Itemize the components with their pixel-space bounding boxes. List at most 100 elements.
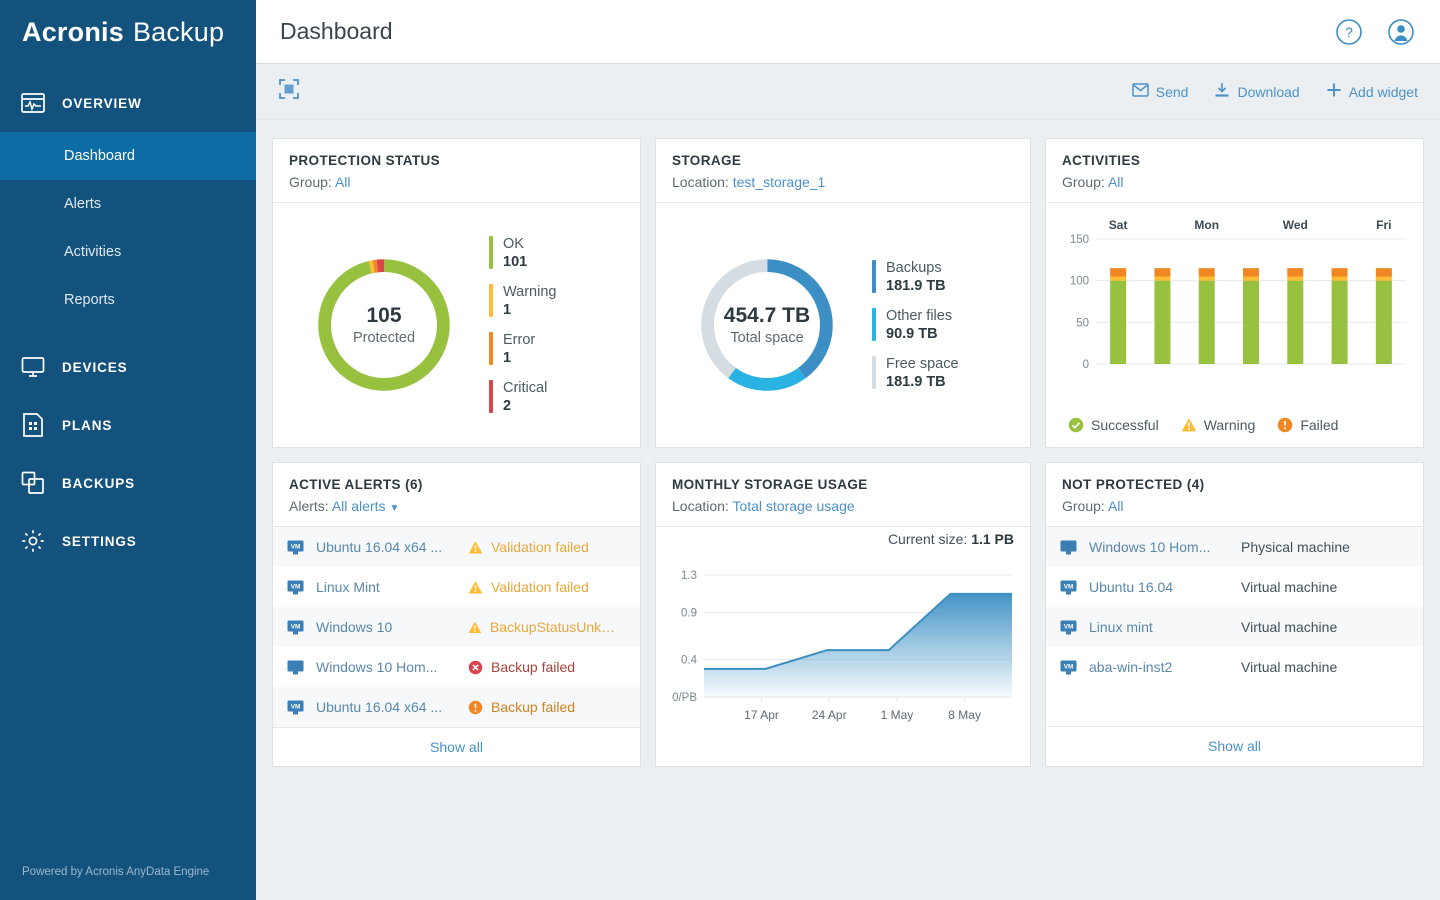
device-name[interactable]: aba-win-inst2: [1089, 659, 1241, 675]
chevron-down-icon: ▼: [390, 503, 400, 514]
table-row[interactable]: VM Windows 10 BackupStatusUnkno...: [273, 607, 640, 647]
account-icon[interactable]: [1386, 17, 1416, 47]
table-row[interactable]: VM Linux Mint Validation failed: [273, 567, 640, 607]
alert-status: Backup failed: [468, 659, 575, 675]
storage-donut-center: 454.7 TB Total space: [714, 272, 820, 378]
sidebar-item-overview[interactable]: OVERVIEW: [0, 74, 256, 132]
sidebar-item-backups[interactable]: BACKUPS: [0, 454, 256, 512]
current-size-value: 1.1 PB: [971, 531, 1014, 547]
group-filter-link[interactable]: All: [1108, 174, 1124, 190]
list-spacer: [1046, 687, 1423, 726]
protection-legend: OK 101 Warning 1: [471, 236, 556, 415]
table-row[interactable]: VM Ubuntu 16.04 Virtual machine: [1046, 567, 1423, 607]
legend-label-free-space: Free space: [886, 356, 959, 373]
widget-title: ACTIVITIES: [1062, 153, 1407, 168]
exclamation-circle-icon: [1277, 417, 1293, 433]
protected-count: 105: [366, 304, 401, 328]
protection-donut-wrap: 105 Protected OK 101: [273, 226, 640, 425]
device-name[interactable]: Linux mint: [1089, 619, 1241, 635]
legend-item-successful: Successful: [1068, 417, 1159, 433]
legend-swatch-error: [489, 332, 493, 365]
help-icon[interactable]: ?: [1334, 17, 1364, 47]
group-label: Group:: [289, 174, 332, 190]
vm-icon: VM: [287, 580, 307, 595]
monitor-icon: [287, 660, 307, 675]
alert-device-name[interactable]: Windows 10: [316, 619, 468, 635]
widget-subtitle: Group: All: [1062, 498, 1407, 514]
device-name[interactable]: Windows 10 Hom...: [1089, 539, 1241, 555]
top-header: Dashboard ?: [256, 0, 1440, 64]
widget-title: STORAGE: [672, 153, 1014, 168]
show-all-alerts-link[interactable]: Show all: [273, 727, 640, 767]
current-size-readout: Current size: 1.1 PB: [656, 527, 1030, 547]
activities-bar-chart: 050100150SatMonWedFri: [1046, 203, 1423, 409]
svg-text:24 Apr: 24 Apr: [812, 708, 847, 722]
sidebar-item-reports[interactable]: Reports: [0, 276, 256, 324]
storage-legend: Backups 181.9 TB Other files 90.9 TB: [854, 260, 959, 391]
alert-device-name[interactable]: Ubuntu 16.04 x64 ...: [316, 699, 468, 715]
storage-location-link[interactable]: test_storage_1: [733, 174, 826, 190]
vm-icon: VM: [1060, 660, 1080, 675]
alerts-filter-dropdown[interactable]: All alerts▼: [332, 498, 400, 514]
show-all-not-protected-link[interactable]: Show all: [1046, 726, 1423, 766]
alert-device-name[interactable]: Ubuntu 16.04 x64 ...: [316, 539, 468, 555]
widget-subtitle: Group: All: [1062, 174, 1407, 190]
table-row[interactable]: Windows 10 Hom... Backup failed: [273, 647, 640, 687]
group-label: Group:: [1062, 174, 1105, 190]
legend-item: Error 1: [489, 332, 556, 367]
sidebar-nav: OVERVIEW Dashboard Alerts Activities Rep…: [0, 74, 256, 570]
page-title: Dashboard: [280, 18, 393, 45]
alert-status: Backup failed: [468, 699, 575, 715]
fullscreen-icon[interactable]: [278, 78, 300, 105]
svg-text:1 May: 1 May: [881, 708, 914, 722]
legend-label-error: Error: [503, 332, 535, 349]
table-row[interactable]: VM Linux mint Virtual machine: [1046, 607, 1423, 647]
sidebar-item-settings[interactable]: SETTINGS: [0, 512, 256, 570]
vm-icon: VM: [287, 620, 307, 635]
svg-text:VM: VM: [291, 583, 301, 590]
legend-swatch-free-space: [872, 356, 876, 389]
table-row[interactable]: VM aba-win-inst2 Virtual machine: [1046, 647, 1423, 687]
total-space-value: 454.7 TB: [724, 304, 810, 328]
legend-swatch-warning: [489, 284, 493, 317]
vm-icon: VM: [1060, 580, 1080, 595]
brand-logo: Acronis Backup: [0, 0, 256, 64]
monitor-icon: [18, 352, 48, 382]
svg-text:Fri: Fri: [1376, 218, 1391, 232]
sidebar-item-devices[interactable]: DEVICES: [0, 338, 256, 396]
group-filter-link[interactable]: All: [1108, 498, 1124, 514]
svg-text:17 Apr: 17 Apr: [744, 708, 779, 722]
legend-value-free-space: 181.9 TB: [886, 373, 959, 391]
sidebar-item-plans[interactable]: PLANS: [0, 396, 256, 454]
warning-triangle-icon: [468, 540, 483, 555]
sidebar-item-alerts[interactable]: Alerts: [0, 180, 256, 228]
alert-device-name[interactable]: Windows 10 Hom...: [316, 659, 468, 675]
group-filter-link[interactable]: All: [335, 174, 351, 190]
download-button[interactable]: Download: [1214, 82, 1299, 101]
table-row[interactable]: VM Ubuntu 16.04 x64 ... Validation faile…: [273, 527, 640, 567]
alert-status: Validation failed: [468, 539, 589, 555]
location-label: Location:: [672, 174, 729, 190]
add-widget-button[interactable]: Add widget: [1326, 82, 1418, 101]
widget-not-protected: NOT PROTECTED (4) Group: All Windows 10 …: [1045, 462, 1424, 767]
main-area: Dashboard ?: [256, 0, 1440, 900]
download-icon: [1214, 82, 1230, 101]
legend-value-error: 1: [503, 349, 535, 367]
table-row[interactable]: VM Ubuntu 16.04 x64 ... Backup failed: [273, 687, 640, 727]
check-circle-icon: [1068, 417, 1084, 433]
legend-item: Critical 2: [489, 380, 556, 415]
sidebar-item-activities[interactable]: Activities: [0, 228, 256, 276]
table-row[interactable]: Windows 10 Hom... Physical machine: [1046, 527, 1423, 567]
storage-usage-location-link[interactable]: Total storage usage: [732, 498, 854, 514]
sidebar-item-dashboard[interactable]: Dashboard: [0, 132, 256, 180]
send-button[interactable]: Send: [1132, 83, 1189, 100]
widget-active-alerts: ACTIVE ALERTS (6) Alerts: All alerts▼ VM…: [272, 462, 641, 767]
device-name[interactable]: Ubuntu 16.04: [1089, 579, 1241, 595]
protected-label: Protected: [353, 330, 415, 346]
svg-text:VM: VM: [291, 703, 301, 710]
legend-value-other-files: 90.9 TB: [886, 325, 952, 343]
alert-status-text: Backup failed: [491, 699, 575, 715]
legend-value-ok: 101: [503, 253, 527, 271]
sidebar-item-label-dashboard: Dashboard: [64, 148, 135, 164]
alert-device-name[interactable]: Linux Mint: [316, 579, 468, 595]
